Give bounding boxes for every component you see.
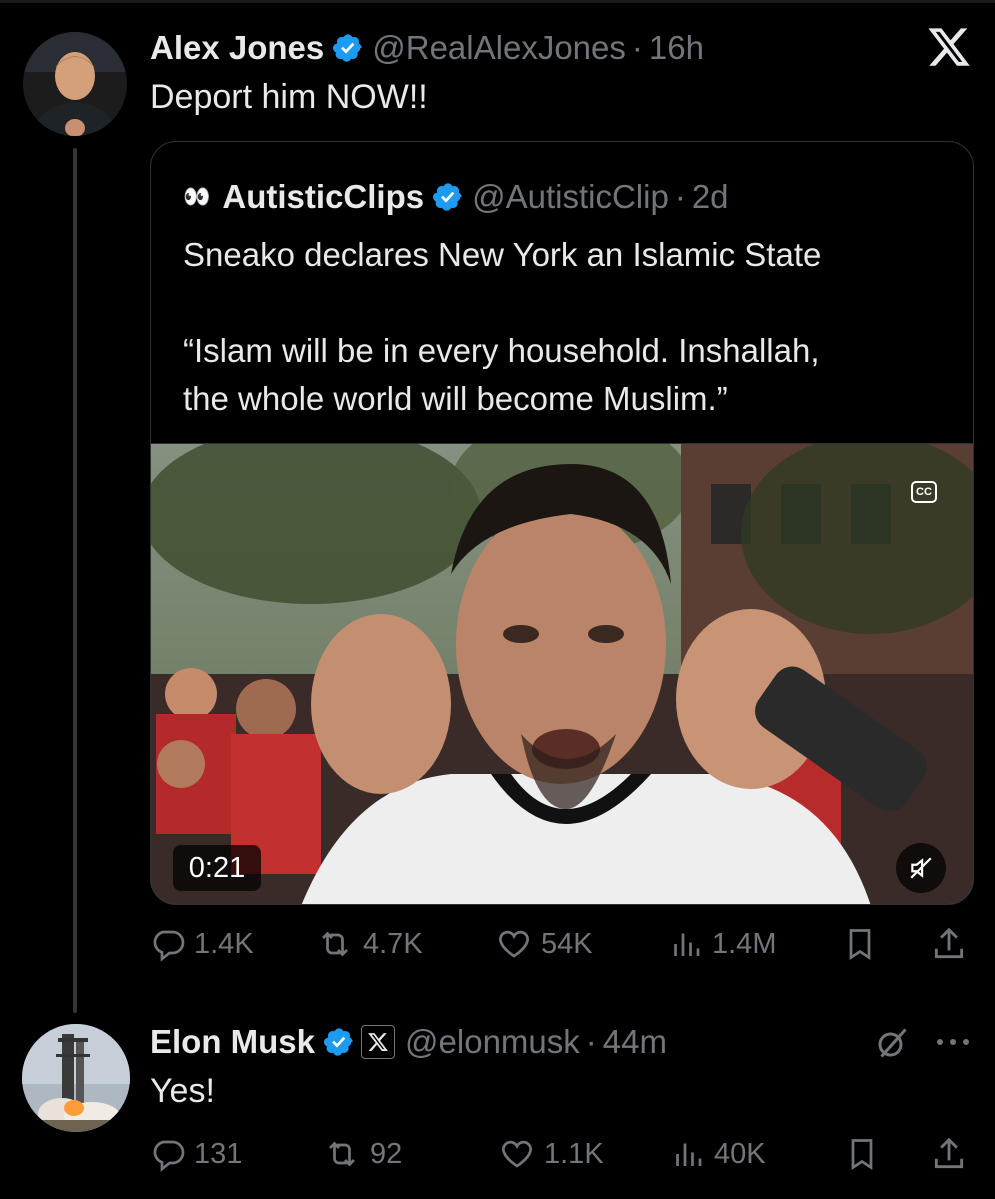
views-icon bbox=[676, 1143, 702, 1166]
video-duration: 0:21 bbox=[173, 845, 261, 891]
quoted-author-name: AutisticClips bbox=[222, 178, 425, 215]
reply-icon bbox=[153, 930, 185, 962]
bookmark-icon bbox=[849, 929, 871, 961]
views-icon bbox=[674, 933, 700, 956]
repost-icon bbox=[322, 931, 348, 957]
repost-count: 4.7K bbox=[363, 927, 423, 960]
view-count: 1.4M bbox=[712, 927, 777, 960]
video-player[interactable]: CC 0:21 bbox=[151, 443, 973, 904]
share-icon bbox=[934, 1137, 964, 1169]
share-button[interactable] bbox=[930, 1132, 968, 1176]
grok-icon[interactable] bbox=[874, 1024, 910, 1062]
repost-count: 92 bbox=[370, 1137, 403, 1170]
reply-button[interactable]: 131 bbox=[150, 1132, 242, 1176]
repost-icon bbox=[329, 1141, 355, 1167]
separator-dot: · bbox=[631, 29, 643, 66]
verified-badge-icon bbox=[323, 1026, 355, 1058]
reply-button[interactable]: 1.4K bbox=[150, 922, 254, 966]
reply-time[interactable]: 44m bbox=[603, 1023, 667, 1061]
more-icon[interactable] bbox=[935, 1028, 971, 1048]
captions-icon[interactable]: CC bbox=[911, 481, 937, 503]
share-button[interactable] bbox=[930, 922, 968, 966]
post-header: Alex Jones @RealAlexJones · 16h bbox=[150, 27, 704, 69]
reply-count: 1.4K bbox=[194, 927, 254, 960]
repost-button[interactable]: 92 bbox=[322, 1132, 402, 1176]
bookmark-icon bbox=[851, 1139, 873, 1171]
top-divider bbox=[0, 0, 995, 3]
bookmark-button[interactable] bbox=[844, 1132, 880, 1176]
view-count: 40K bbox=[714, 1137, 766, 1170]
avatar[interactable] bbox=[22, 1024, 130, 1132]
like-button[interactable]: 54K bbox=[495, 922, 593, 966]
reply-author-name[interactable]: Elon Musk bbox=[150, 1023, 315, 1061]
quoted-author-handle: @AutisticClip bbox=[472, 178, 669, 215]
like-count: 54K bbox=[541, 927, 593, 960]
quoted-post-time: 2d bbox=[691, 178, 729, 215]
separator-dot: · bbox=[674, 178, 686, 215]
thread-connector-line bbox=[73, 148, 77, 1013]
like-icon bbox=[502, 1140, 532, 1168]
post-text: Deport him NOW!! bbox=[150, 78, 428, 116]
avatar[interactable] bbox=[23, 32, 127, 136]
verified-badge-icon bbox=[432, 181, 464, 213]
quoted-post-text-line-3: the whole world will become Muslim.” bbox=[183, 380, 728, 417]
quoted-post-header: 👀 AutisticClips @AutisticClip · 2d bbox=[183, 177, 729, 217]
views-button[interactable]: 1.4M bbox=[668, 922, 776, 966]
affiliate-x-badge-icon bbox=[361, 1025, 396, 1059]
like-count: 1.1K bbox=[544, 1137, 604, 1170]
reply-text: Yes! bbox=[150, 1072, 215, 1110]
reply-icon bbox=[153, 1140, 185, 1172]
repost-button[interactable]: 4.7K bbox=[315, 922, 423, 966]
share-icon bbox=[934, 927, 964, 959]
mute-icon[interactable] bbox=[896, 843, 946, 893]
quoted-post-card[interactable]: 👀 AutisticClips @AutisticClip · 2d Sneak… bbox=[150, 141, 974, 905]
post-action-bar: 1.4K 4.7K 54K 1.4M bbox=[150, 922, 975, 966]
separator-dot: · bbox=[585, 1023, 597, 1060]
reply-action-bar: 131 92 1.1K 40K bbox=[150, 1132, 975, 1176]
verified-badge-icon bbox=[332, 32, 364, 64]
reply-count: 131 bbox=[194, 1137, 243, 1170]
author-name[interactable]: Alex Jones bbox=[150, 29, 324, 67]
author-handle[interactable]: @RealAlexJones bbox=[372, 29, 626, 67]
video-frame bbox=[151, 444, 973, 904]
reply-author-handle[interactable]: @elonmusk bbox=[405, 1023, 580, 1061]
quoted-post-text-line-2: “Islam will be in every household. Insha… bbox=[183, 332, 820, 369]
reply-header: Elon Musk @elonmusk · 44m bbox=[150, 1021, 667, 1063]
x-logo-icon bbox=[926, 24, 972, 70]
like-button[interactable]: 1.1K bbox=[498, 1132, 604, 1176]
views-button[interactable]: 40K bbox=[670, 1132, 766, 1176]
bookmark-button[interactable] bbox=[842, 922, 878, 966]
like-icon bbox=[499, 930, 529, 958]
quoted-post-text-line-1: Sneako declares New York an Islamic Stat… bbox=[183, 236, 822, 273]
quoted-author-emoji: 👀 bbox=[183, 184, 211, 209]
post-time[interactable]: 16h bbox=[649, 29, 704, 67]
